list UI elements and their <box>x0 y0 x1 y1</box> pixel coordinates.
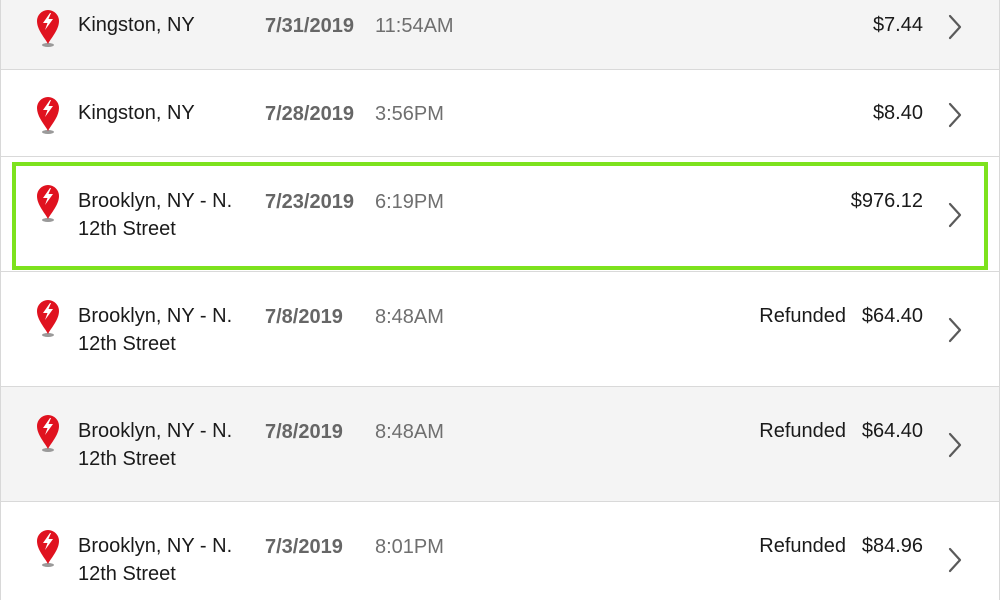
charging-pin-icon <box>37 530 59 567</box>
location-street: 12th Street <box>78 563 176 585</box>
transaction-amount: $8.40 <box>872 102 923 124</box>
location-name: Kingston, NY <box>78 14 195 36</box>
transaction-date: 7/28/2019 <box>265 103 354 125</box>
chevron-right-icon <box>948 432 962 458</box>
transaction-amount: $64.40 <box>861 420 923 442</box>
chevron-right-icon <box>948 547 962 573</box>
transaction-time: 8:48AM <box>375 421 444 443</box>
transaction-amount: $976.12 <box>850 190 923 212</box>
transaction-date: 7/8/2019 <box>265 306 343 328</box>
location-name: Brooklyn, NY - N. <box>78 535 233 557</box>
refund-status: Refunded <box>759 305 846 327</box>
charging-pin-icon <box>37 185 59 222</box>
transaction-amount: $7.44 <box>872 14 923 36</box>
charging-pin-icon <box>37 300 59 337</box>
transaction-row[interactable]: Kingston, NY 7/28/2019 3:56PM $8.40 <box>1 70 999 157</box>
chevron-right-icon <box>948 14 962 40</box>
transaction-time: 6:19PM <box>375 191 444 213</box>
transaction-time: 8:48AM <box>375 306 444 328</box>
transaction-time: 3:56PM <box>375 103 444 125</box>
transaction-date: 7/3/2019 <box>265 536 343 558</box>
location-name: Brooklyn, NY - N. <box>78 305 233 327</box>
charging-pin-icon <box>37 10 59 47</box>
chevron-right-icon <box>948 102 962 128</box>
location-name: Kingston, NY <box>78 102 195 124</box>
charging-pin-icon <box>37 97 59 134</box>
chevron-right-icon <box>948 202 962 228</box>
location-name: Brooklyn, NY - N. <box>78 190 233 212</box>
transaction-row[interactable]: Kingston, NY 7/31/2019 11:54AM $7.44 <box>1 0 999 70</box>
transaction-amount: $84.96 <box>861 535 923 557</box>
transaction-row[interactable]: Brooklyn, NY - N. 12th Street 7/3/2019 8… <box>1 502 999 600</box>
transaction-date: 7/31/2019 <box>265 15 354 37</box>
transaction-date: 7/23/2019 <box>265 191 354 213</box>
location-street: 12th Street <box>78 448 176 470</box>
transaction-row-highlighted[interactable]: Brooklyn, NY - N. 12th Street 7/23/2019 … <box>1 157 999 272</box>
transaction-time: 8:01PM <box>375 536 444 558</box>
transaction-amount: $64.40 <box>861 305 923 327</box>
transaction-row[interactable]: Brooklyn, NY - N. 12th Street 7/8/2019 8… <box>1 272 999 387</box>
charging-pin-icon <box>37 415 59 452</box>
location-street: 12th Street <box>78 218 176 240</box>
transaction-time: 11:54AM <box>375 15 454 37</box>
transaction-row[interactable]: Brooklyn, NY - N. 12th Street 7/8/2019 8… <box>1 387 999 502</box>
transaction-list: Kingston, NY 7/31/2019 11:54AM $7.44 Kin… <box>0 0 1000 600</box>
location-street: 12th Street <box>78 333 176 355</box>
chevron-right-icon <box>948 317 962 343</box>
transaction-date: 7/8/2019 <box>265 421 343 443</box>
location-name: Brooklyn, NY - N. <box>78 420 233 442</box>
refund-status: Refunded <box>759 420 846 442</box>
refund-status: Refunded <box>759 535 846 557</box>
